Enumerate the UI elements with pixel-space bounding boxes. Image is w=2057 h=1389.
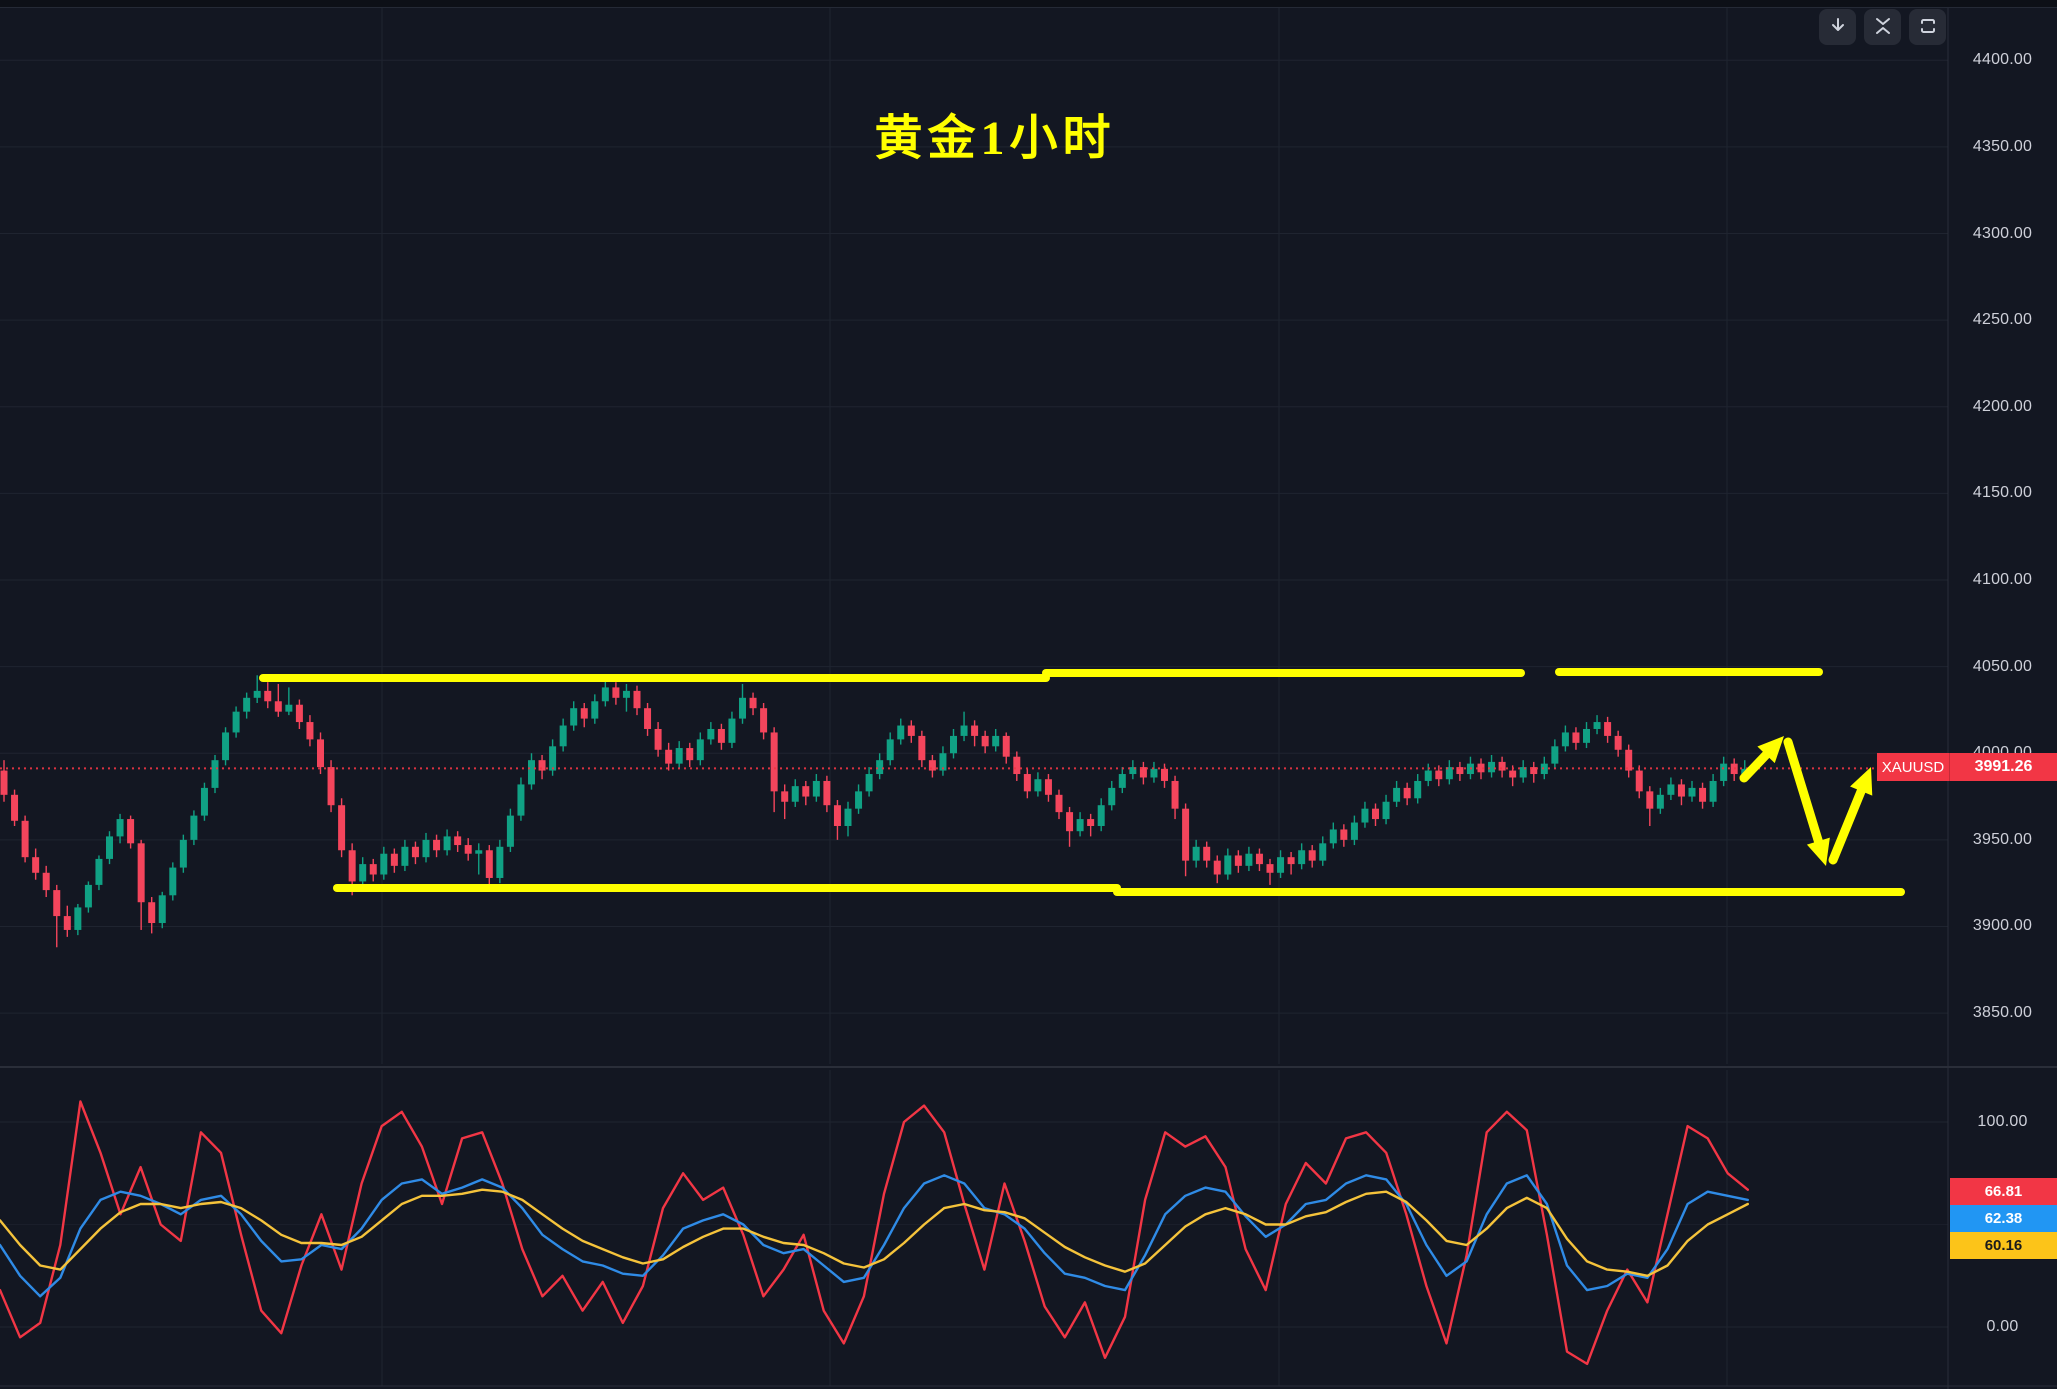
frame-icon (1918, 16, 1938, 39)
trading-chart-window: 黄金1小时 4400.00 4350.00 4300.00 4250.00 4200.0… (0, 0, 2057, 1389)
price-tick-label: 4300.00 (1948, 225, 2057, 243)
price-tick-label: 3850.00 (1948, 1004, 2057, 1022)
indicator-value-badge: 66.81 (1950, 1178, 2057, 1205)
top-strip (0, 0, 2057, 8)
indicator-value-badge: 60.16 (1950, 1232, 2057, 1259)
chart-toolbar (1819, 9, 1946, 45)
indicator-tick-label: 0.00 (1948, 1318, 2057, 1336)
price-tick-label: 4350.00 (1948, 138, 2057, 156)
price-tick-label: 4150.00 (1948, 484, 2057, 502)
collapse-pane-button[interactable] (1864, 9, 1901, 45)
symbol-price-flag: XAUUSD (1877, 753, 1950, 781)
download-button[interactable] (1819, 9, 1856, 45)
chart-canvas[interactable] (0, 0, 2057, 1389)
price-tick-label: 3900.00 (1948, 917, 2057, 935)
price-tick-label: 4200.00 (1948, 398, 2057, 416)
download-arrow-icon (1828, 16, 1848, 39)
last-price-flag: 3991.26 (1950, 753, 2057, 781)
chart-title: 黄金1小时 (825, 98, 1165, 168)
price-tick-label: 3950.00 (1948, 831, 2057, 849)
indicator-tick-label: 100.00 (1948, 1113, 2057, 1131)
symbol-name: XAUUSD (1882, 759, 1945, 776)
fullscreen-button[interactable] (1909, 9, 1946, 45)
last-price-value: 3991.26 (1975, 758, 2033, 776)
price-tick-label: 4250.00 (1948, 311, 2057, 329)
price-tick-label: 4100.00 (1948, 571, 2057, 589)
price-tick-label: 4400.00 (1948, 51, 2057, 69)
indicator-value-badge: 62.38 (1950, 1205, 2057, 1232)
collapse-chevrons-icon (1873, 16, 1893, 39)
price-tick-label: 4050.00 (1948, 658, 2057, 676)
